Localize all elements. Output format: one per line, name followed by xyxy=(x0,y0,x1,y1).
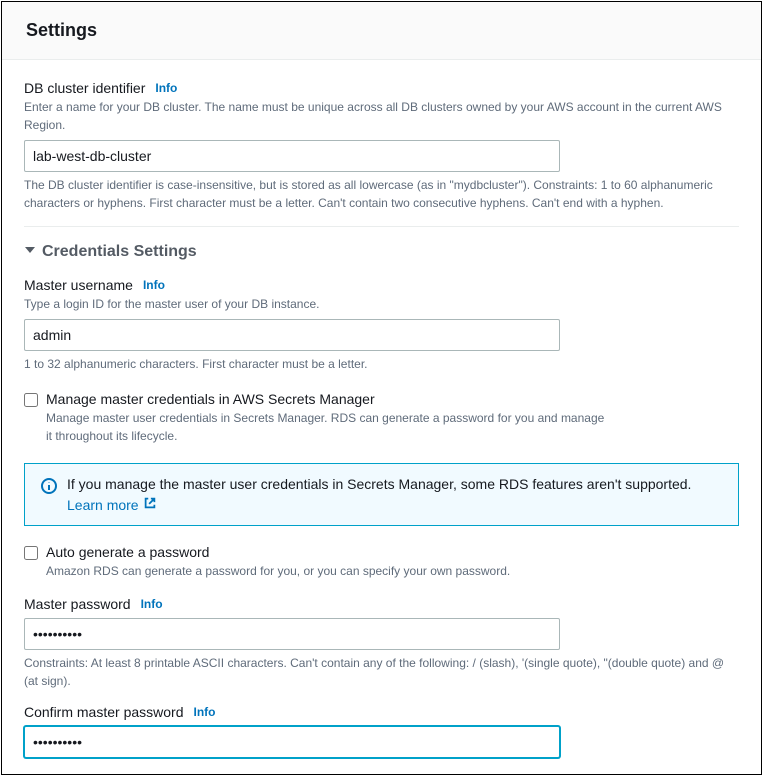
master-username-desc: Type a login ID for the master user of y… xyxy=(24,295,739,313)
learn-more-label: Learn more xyxy=(67,497,139,513)
master-username-hint: 1 to 32 alphanumeric characters. First c… xyxy=(24,355,739,373)
secrets-manager-label[interactable]: Manage master credentials in AWS Secrets… xyxy=(46,391,375,407)
auto-generate-label[interactable]: Auto generate a password xyxy=(46,544,209,560)
cluster-id-desc: Enter a name for your DB cluster. The na… xyxy=(24,98,739,134)
master-username-label: Master username xyxy=(24,277,133,293)
cluster-id-hint: The DB cluster identifier is case-insens… xyxy=(24,176,739,212)
confirm-password-info-link[interactable]: Info xyxy=(194,705,216,719)
master-password-info-link[interactable]: Info xyxy=(141,597,163,611)
info-box-text: If you manage the master user credential… xyxy=(67,476,722,492)
secrets-manager-checkbox[interactable] xyxy=(24,393,38,407)
master-password-label: Master password xyxy=(24,596,131,612)
auto-generate-checkbox[interactable] xyxy=(24,546,38,560)
master-password-input[interactable] xyxy=(24,618,560,650)
master-username-info-link[interactable]: Info xyxy=(143,278,165,292)
confirm-password-label: Confirm master password xyxy=(24,704,184,720)
caret-down-icon xyxy=(24,243,36,261)
info-icon xyxy=(41,478,57,497)
credentials-settings-header: Credentials Settings xyxy=(42,243,197,261)
auto-generate-desc: Amazon RDS can generate a password for y… xyxy=(46,562,606,580)
confirm-password-input[interactable] xyxy=(24,726,560,758)
secrets-manager-desc: Manage master user credentials in Secret… xyxy=(46,409,606,445)
external-link-icon xyxy=(143,496,157,513)
cluster-id-info-link[interactable]: Info xyxy=(155,81,177,95)
settings-title: Settings xyxy=(2,2,761,60)
master-username-input[interactable] xyxy=(24,319,560,351)
secrets-manager-info-box: If you manage the master user credential… xyxy=(24,463,739,526)
cluster-id-input[interactable] xyxy=(24,140,560,172)
credentials-settings-toggle[interactable]: Credentials Settings xyxy=(2,227,761,277)
learn-more-link[interactable]: Learn more xyxy=(67,496,157,513)
master-password-hint: Constraints: At least 8 printable ASCII … xyxy=(24,654,739,690)
cluster-id-label: DB cluster identifier xyxy=(24,80,145,96)
